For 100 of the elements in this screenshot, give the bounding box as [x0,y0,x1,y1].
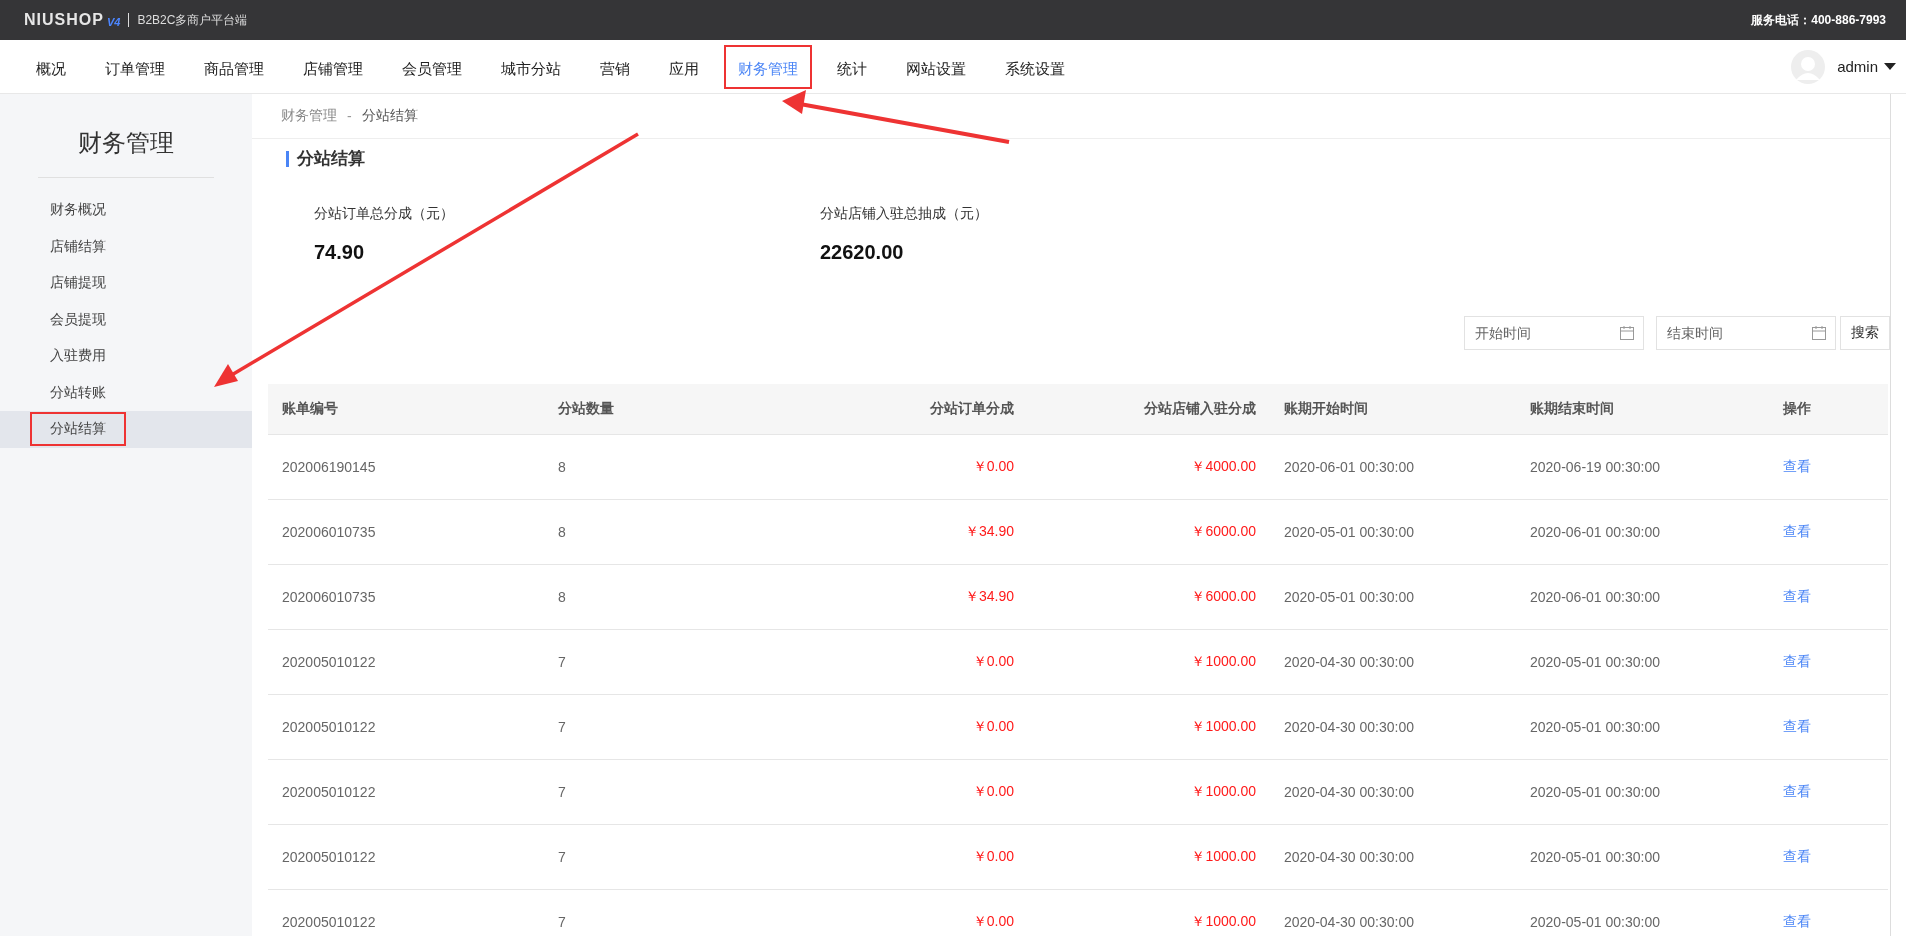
table-cell-text: 2020-04-30 00:30:00 [1283,849,1415,865]
table-cell-text: 202005010122 [281,654,377,670]
view-link[interactable]: 查看 [1763,458,1888,476]
section-title: 分站结算 [286,151,1890,167]
table-cell-text: ￥1000.00 [1190,848,1257,866]
table-cell-text: 7 [557,914,567,930]
table-cell-text: 2020-06-01 00:30:00 [1529,589,1661,605]
calendar-icon[interactable] [1812,326,1826,340]
table-cell-text: 2020-05-01 00:30:00 [1529,784,1661,800]
view-link[interactable]: 查看 [1763,718,1888,736]
table-cell-text: 2020-06-01 00:30:00 [1283,459,1415,475]
column-header: 操作 [1782,400,1812,418]
column-header: 账单编号 [281,400,339,418]
sidebar-item[interactable]: 入驻费用 [0,338,252,375]
view-link[interactable]: 查看 [1763,848,1888,866]
column-header: 账期开始时间 [1283,400,1369,418]
table-cell-text: 202006010735 [281,589,377,605]
table-cell-text: ￥0.00 [971,913,1015,931]
table-cell-text: 2020-06-19 00:30:00 [1529,459,1661,475]
caret-icon[interactable] [1884,62,1896,71]
nav-tab[interactable]: 概况 [22,44,80,89]
table-cell-text: 7 [557,784,567,800]
table-cell-text: ￥4000.00 [1190,458,1257,476]
stat-value: 22620.00 [820,241,905,264]
nav-tab[interactable]: 会员管理 [388,44,476,89]
table-cell-text: 2020-05-01 00:30:00 [1529,654,1661,670]
start-date-field[interactable]: 开始时间 [1464,316,1644,350]
sidebar-item[interactable]: 财务概况 [0,192,252,229]
table-cell-text: 2020-04-30 00:30:00 [1283,784,1415,800]
nav-tab[interactable]: 应用 [655,44,713,89]
table-cell-text: ￥1000.00 [1190,653,1257,671]
end-date-field[interactable]: 结束时间 [1656,316,1836,350]
sidebar-item[interactable]: 店铺结算 [0,228,252,265]
column-header: 分站订单分成 [929,400,1015,418]
view-link[interactable]: 查看 [1763,588,1888,606]
breadcrumb-separator: - [347,108,352,124]
column-header: 分站数量 [557,400,615,418]
table-cell-text: ￥0.00 [971,718,1015,736]
nav-tab[interactable]: 城市分站 [487,44,575,89]
table-cell-text: 202006010735 [281,524,377,540]
platform-name: B2B2C多商户平台端 [137,11,248,29]
table-cell-text: ￥0.00 [971,783,1015,801]
logo-text: NIUSHOP [24,11,104,29]
sidebar-title: 财务管理 [77,128,175,158]
table-cell-text: 202005010122 [281,784,377,800]
nav-tab[interactable]: 商品管理 [190,44,278,89]
table-cell-text: 7 [557,849,567,865]
table-cell-text: ￥0.00 [971,848,1015,866]
table-cell-text: 2020-06-01 00:30:00 [1529,524,1661,540]
service-phone: 服务电话：400-886-7993 [1751,11,1886,29]
nav-tab[interactable]: 订单管理 [91,44,179,89]
column-header: 分站店铺入驻分成 [1143,400,1257,418]
breadcrumb-item[interactable]: 财务管理 [281,107,337,125]
table-cell-text: 8 [557,459,567,475]
column-header: 账期结束时间 [1529,400,1615,418]
table-cell-text: ￥6000.00 [1190,588,1257,606]
sidebar-item[interactable]: 分站转账 [0,374,252,411]
table-cell-text: 202005010122 [281,914,377,930]
nav-tab[interactable]: 店铺管理 [289,44,377,89]
nav-tab[interactable]: 营销 [586,44,644,89]
sidebar-item[interactable]: 会员提现 [0,301,252,338]
stat-label: 分站订单总分成（元） [314,205,455,223]
breadcrumb-item[interactable]: 分站结算 [361,107,418,125]
table-cell-text: 2020-05-01 00:30:00 [1529,719,1661,735]
table-cell-text: 2020-04-30 00:30:00 [1283,654,1415,670]
table-cell-text: ￥0.00 [971,458,1015,476]
sidebar-item[interactable]: 店铺提现 [0,265,252,302]
stat-value: 74.90 [314,241,366,264]
view-link[interactable]: 查看 [1763,913,1888,931]
stat-label: 分站店铺入驻总抽成（元） [820,205,989,223]
table-cell-text: 7 [557,719,567,735]
view-link[interactable]: 查看 [1763,783,1888,801]
table-cell-text: 7 [557,654,567,670]
view-link[interactable]: 查看 [1763,523,1888,541]
table-cell-text: 202005010122 [281,849,377,865]
table-cell-text: 8 [557,589,567,605]
calendar-icon[interactable] [1620,326,1634,340]
table-cell-text: ￥1000.00 [1190,783,1257,801]
search-button[interactable]: 搜索 [1840,316,1890,350]
table-cell-text: 2020-05-01 00:30:00 [1283,524,1415,540]
table-cell-text: ￥1000.00 [1190,718,1257,736]
sidebar-item[interactable]: 分站结算 [0,411,252,448]
table-cell-text: 2020-05-01 00:30:00 [1283,589,1415,605]
table-cell-text: ￥1000.00 [1190,913,1257,931]
nav-tab[interactable]: 统计 [823,44,881,89]
view-link[interactable]: 查看 [1763,653,1888,671]
table-cell-text: 2020-05-01 00:30:00 [1529,849,1661,865]
table-cell-text: 2020-04-30 00:30:00 [1283,914,1415,930]
user-name[interactable]: admin [1837,58,1878,75]
nav-tab[interactable]: 系统设置 [991,44,1079,89]
nav-tab[interactable]: 财务管理 [724,44,812,89]
table-cell-text: ￥34.90 [963,588,1015,606]
table-cell-text: 2020-05-01 00:30:00 [1529,914,1661,930]
table-cell-text: ￥34.90 [963,523,1015,541]
table-cell-text: 202005010122 [281,719,377,735]
table-cell-text: 8 [557,524,567,540]
table-cell-text: ￥0.00 [971,653,1015,671]
table-cell-text: ￥6000.00 [1190,523,1257,541]
nav-tab[interactable]: 网站设置 [892,44,980,89]
table-cell-text: 2020-04-30 00:30:00 [1283,719,1415,735]
